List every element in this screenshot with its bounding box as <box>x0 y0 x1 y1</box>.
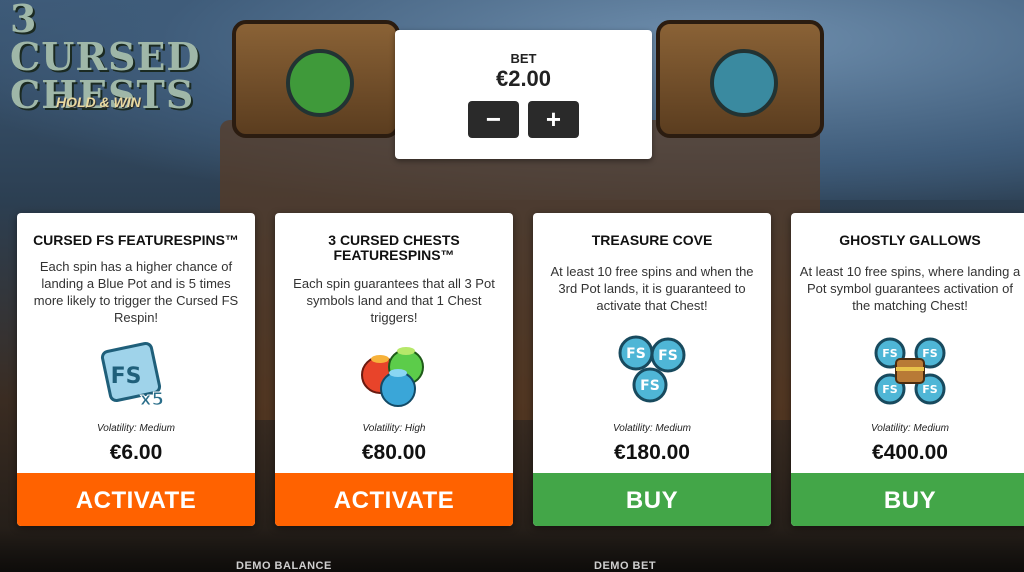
card-description: Each spin guarantees that all 3 Pot symb… <box>293 276 495 325</box>
feature-card-treasure-cove: TREASURE COVE At least 10 free spins and… <box>533 213 771 526</box>
svg-text:FS: FS <box>882 347 898 360</box>
card-price: €400.00 <box>872 441 948 464</box>
feature-card-ghostly-gallows: GHOSTLY GALLOWS At least 10 free spins, … <box>791 213 1024 526</box>
card-volatility: Volatility: Medium <box>97 423 175 434</box>
fs-triple-icon: FS FS FS <box>618 335 686 403</box>
svg-text:x5: x5 <box>140 389 164 410</box>
svg-text:FS: FS <box>658 348 678 364</box>
svg-text:FS: FS <box>922 347 938 360</box>
activate-button[interactable]: ACTIVATE <box>17 473 255 526</box>
card-title: CURSED FS FEATURESPINS™ <box>33 232 239 248</box>
bottom-bar: DEMO BALANCE DEMO BET <box>0 528 1024 572</box>
bet-label: BET <box>510 51 537 66</box>
three-pots-icon <box>361 347 424 407</box>
card-title: GHOSTLY GALLOWS <box>839 232 981 248</box>
decrease-bet-button[interactable]: − <box>468 101 519 138</box>
card-description: At least 10 free spins, where landing a … <box>799 264 1021 313</box>
card-price: €80.00 <box>361 441 427 464</box>
card-description: At least 10 free spins and when the 3rd … <box>550 264 754 313</box>
buy-button[interactable]: BUY <box>791 473 1024 526</box>
game-logo: 3 CURSED CHESTS HOLD & WIN <box>0 0 200 120</box>
card-price: €180.00 <box>614 441 690 464</box>
activate-button[interactable]: ACTIVATE <box>275 473 513 526</box>
bet-value: €2.00 <box>495 66 552 91</box>
logo-subtitle: HOLD & WIN <box>56 94 141 110</box>
feature-card-cursed-fs: CURSED FS FEATURESPINS™ Each spin has a … <box>17 213 255 526</box>
demo-bet-label: DEMO BET <box>594 560 657 572</box>
card-title: TREASURE COVE <box>591 232 713 248</box>
fs-gem-icon <box>710 49 778 117</box>
svg-text:FS: FS <box>922 383 938 396</box>
feature-card-3-cursed-chests: 3 CURSED CHESTS FEATURESPINS™ Each spin … <box>275 213 513 526</box>
demo-balance-label: DEMO BALANCE <box>236 560 332 572</box>
card-volatility: Volatility: Medium <box>871 423 949 434</box>
wild-gem-icon <box>286 49 354 117</box>
fs-chest-icon: FS FS FS FS <box>874 337 946 405</box>
increase-bet-button[interactable]: + <box>528 101 579 138</box>
card-description: Each spin has a higher chance of landing… <box>33 259 239 325</box>
fs-x5-icon: FS x5 <box>100 341 165 411</box>
blue-chest-icon <box>656 20 824 138</box>
green-chest-icon <box>232 20 400 138</box>
svg-text:FS: FS <box>640 378 660 394</box>
svg-text:FS: FS <box>882 383 898 396</box>
card-price: €6.00 <box>109 441 163 464</box>
buy-button[interactable]: BUY <box>533 473 771 526</box>
svg-text:FS: FS <box>111 364 142 389</box>
card-volatility: Volatility: Medium <box>613 423 691 434</box>
svg-text:FS: FS <box>626 346 646 362</box>
card-volatility: Volatility: High <box>362 423 426 434</box>
bet-panel: BET €2.00 − + <box>395 30 652 159</box>
card-title: 3 CURSED CHESTS FEATURESPINS™ <box>328 232 460 263</box>
